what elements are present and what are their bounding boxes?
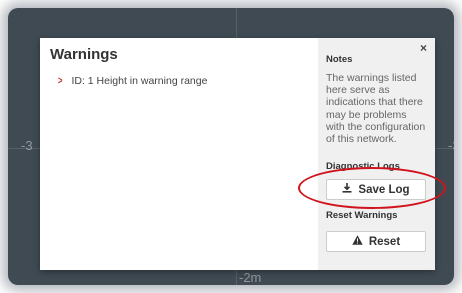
save-log-button[interactable]: Save Log bbox=[326, 179, 426, 201]
reset-button[interactable]: Reset bbox=[326, 231, 426, 253]
close-icon[interactable]: × bbox=[420, 41, 427, 55]
notes-heading: Notes bbox=[326, 54, 353, 65]
diagnostic-logs-heading: Diagnostic Logs bbox=[326, 161, 400, 173]
save-log-label: Save Log bbox=[358, 183, 410, 196]
warning-list-item[interactable]: > ID: 1 Height in warning range bbox=[57, 75, 308, 87]
warnings-panel: Warnings > ID: 1 Height in warning range bbox=[40, 38, 318, 270]
chevron-right-icon: > bbox=[57, 75, 63, 87]
download-icon bbox=[342, 183, 352, 196]
reset-label: Reset bbox=[368, 235, 401, 248]
reset-warnings-heading: Reset Warnings bbox=[326, 210, 398, 222]
warning-icon bbox=[352, 235, 363, 248]
sidebar: × Notes The warnings listed here serve a… bbox=[318, 38, 435, 270]
axis-label-bottom: -2m bbox=[239, 270, 262, 285]
warning-text: ID: 1 Height in warning range bbox=[71, 75, 208, 87]
warnings-dialog: Warnings > ID: 1 Height in warning range… bbox=[40, 38, 435, 270]
axis-label-right: -3 bbox=[448, 138, 454, 153]
axis-label-left: -3 bbox=[21, 138, 33, 153]
notes-text: The warnings listed here serve as indica… bbox=[326, 72, 426, 146]
dialog-title: Warnings bbox=[50, 46, 118, 63]
